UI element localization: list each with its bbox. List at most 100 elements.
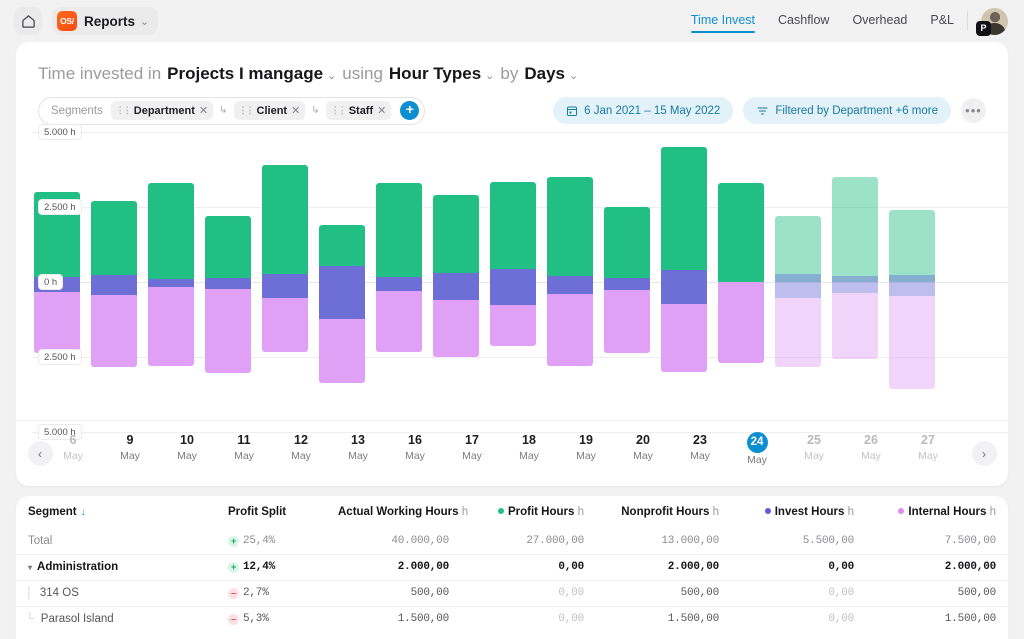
table-row[interactable]: └ Parasol Island –5,3% 1.500,00 0,00 1.500,00… [16, 605, 1008, 632]
segment-chip-department[interactable]: ⋮⋮ Department ✕ [110, 101, 214, 120]
bar-column[interactable] [718, 132, 764, 422]
tick-month: May [576, 449, 596, 462]
bar-column[interactable] [205, 132, 251, 422]
table-row[interactable]: │ 314 OS –2,7% 500,00 0,00 500,00 0,00 500,00 [16, 579, 1008, 606]
title-grouping-selector[interactable]: Days [524, 64, 565, 84]
bar-column[interactable] [604, 132, 650, 422]
col-segment[interactable]: Segment ↓ [16, 496, 216, 528]
tick-day: 18 [522, 432, 536, 447]
chevron-down-icon-grouping[interactable]: ⌄ [569, 69, 578, 82]
drag-handle-icon[interactable]: ⋮⋮ [331, 105, 347, 116]
trend-up-icon: + [228, 535, 239, 547]
tick-month: May [519, 449, 539, 462]
tab-overhead[interactable]: Overhead [852, 13, 907, 30]
bar-column[interactable] [91, 132, 137, 422]
legend-dot-internal [898, 508, 905, 514]
next-period-button[interactable]: › [971, 441, 997, 466]
segment-label: 314 OS [39, 587, 79, 599]
add-segment-button[interactable]: + [400, 101, 420, 120]
chevron-down-icon-dimension[interactable]: ⌄ [485, 69, 494, 82]
tab-pl[interactable]: P&L [930, 13, 954, 30]
close-icon[interactable]: ✕ [291, 104, 300, 117]
bar-segment-internal-hours [832, 292, 878, 359]
bar-column[interactable] [889, 132, 935, 422]
segment-label: Administration [37, 561, 119, 573]
col-invest-hours[interactable]: Invest Hours h [731, 496, 866, 528]
drag-handle-icon[interactable]: ⋮⋮ [116, 105, 132, 116]
x-axis-tick[interactable]: 23 May [677, 432, 723, 463]
x-axis-tick[interactable]: 24 May [734, 431, 780, 467]
x-axis-tick[interactable]: 6 May [50, 432, 96, 463]
x-axis-tick[interactable]: 25 May [791, 432, 837, 463]
next-wrap: › [960, 441, 1008, 466]
date-range-button[interactable]: 6 Jan 2021 – 15 May 2022 [553, 97, 734, 124]
bar-segment-internal-hours [604, 289, 650, 353]
bar-column[interactable] [433, 132, 479, 422]
segment-chip-client[interactable]: ⋮⋮ Client ✕ [233, 101, 306, 120]
bar-column[interactable] [661, 132, 707, 422]
x-axis-tick[interactable]: 26 May [848, 432, 894, 463]
filter-button[interactable]: Filtered by Department +6 more [743, 97, 951, 124]
segment-chip-staff[interactable]: ⋮⋮ Staff ✕ [325, 101, 392, 120]
workspace-badge: OS/ [57, 11, 77, 31]
chevron-down-icon[interactable]: ⌄ [140, 15, 149, 28]
col-profit-split-label: Profit Split [228, 506, 287, 518]
expand-caret-icon[interactable]: ▾ [28, 563, 32, 572]
bar-column[interactable] [547, 132, 593, 422]
col-actual-working-hours[interactable]: Actual Working Hours h [326, 496, 468, 528]
row-profit-split: –2,7% [216, 579, 326, 606]
tab-time-invest[interactable]: Time Invest [690, 13, 756, 33]
reports-breadcrumb[interactable]: OS/ Reports ⌄ [52, 7, 159, 35]
x-axis-tick[interactable]: 11 May [221, 432, 267, 463]
chevron-down-icon-subject[interactable]: ⌄ [327, 69, 336, 82]
sort-down-icon[interactable]: ↓ [81, 507, 86, 518]
tab-cashflow[interactable]: Cashflow [778, 13, 829, 30]
col-internal-hours[interactable]: Internal Hours h [866, 496, 1008, 528]
bar-column[interactable] [262, 132, 308, 422]
bar-segment-invest-hours [661, 269, 707, 305]
tick-month: May [462, 449, 482, 462]
user-avatar[interactable]: P [976, 7, 1008, 36]
title-subject-selector[interactable]: Projects I mangage [167, 64, 323, 84]
bar-column[interactable] [376, 132, 422, 422]
x-axis-tick[interactable]: 27 May [905, 432, 951, 463]
x-axis-tick[interactable]: 9 May [107, 432, 153, 463]
bar-column[interactable] [832, 132, 878, 422]
prev-period-button[interactable]: ‹ [27, 441, 53, 466]
x-axis-tick[interactable]: 19 May [563, 432, 609, 463]
tick-month: May [234, 449, 254, 462]
x-axis-tick[interactable]: 17 May [449, 432, 495, 463]
bar-segment-profit-hours [376, 183, 422, 282]
table-row[interactable]: Total +25,4% 40.000,00 27.000,00 13.000,00 5.… [16, 528, 1008, 554]
x-axis-tick[interactable]: 20 May [620, 432, 666, 463]
bar-column[interactable] [148, 132, 194, 422]
col-profit-split[interactable]: Profit Split [216, 496, 326, 528]
close-icon[interactable]: ✕ [199, 104, 208, 117]
segment-arrow-icon-2: ↳ [311, 105, 320, 116]
table-row[interactable]: ▾ Administration +12,4% 2.000,00 0,00 2.000,0… [16, 553, 1008, 580]
x-axis-tick[interactable]: 12 May [278, 432, 324, 463]
tick-month: May [405, 449, 425, 462]
home-button[interactable] [14, 7, 42, 35]
x-axis-tick[interactable]: 10 May [164, 432, 210, 463]
x-axis-tick[interactable]: 13 May [335, 432, 381, 463]
title-using: using [342, 64, 383, 83]
segment-chip-label: Department [133, 104, 195, 117]
bar-column[interactable] [319, 132, 365, 422]
x-axis-tick[interactable]: 16 May [392, 432, 438, 463]
bar-segment-invest-hours [433, 272, 479, 300]
title-dimension-selector[interactable]: Hour Types [389, 64, 481, 84]
drag-handle-icon[interactable]: ⋮⋮ [239, 105, 255, 116]
col-profit-hours[interactable]: Profit Hours h [461, 496, 596, 528]
close-icon[interactable]: ✕ [377, 104, 386, 117]
bar-column[interactable] [775, 132, 821, 422]
row-profit-split: –5,3% [216, 605, 326, 632]
bar-segment-internal-hours [319, 318, 365, 383]
bar-column[interactable] [490, 132, 536, 422]
x-axis-tick[interactable]: 18 May [506, 432, 552, 463]
col-nonprofit-hours[interactable]: Nonprofit Hours h [596, 496, 731, 528]
bar-segment-internal-hours [205, 288, 251, 373]
bar-segment-profit-hours [775, 216, 821, 282]
bar-segment-invest-hours [148, 279, 194, 287]
more-options-button[interactable]: ••• [961, 98, 986, 123]
